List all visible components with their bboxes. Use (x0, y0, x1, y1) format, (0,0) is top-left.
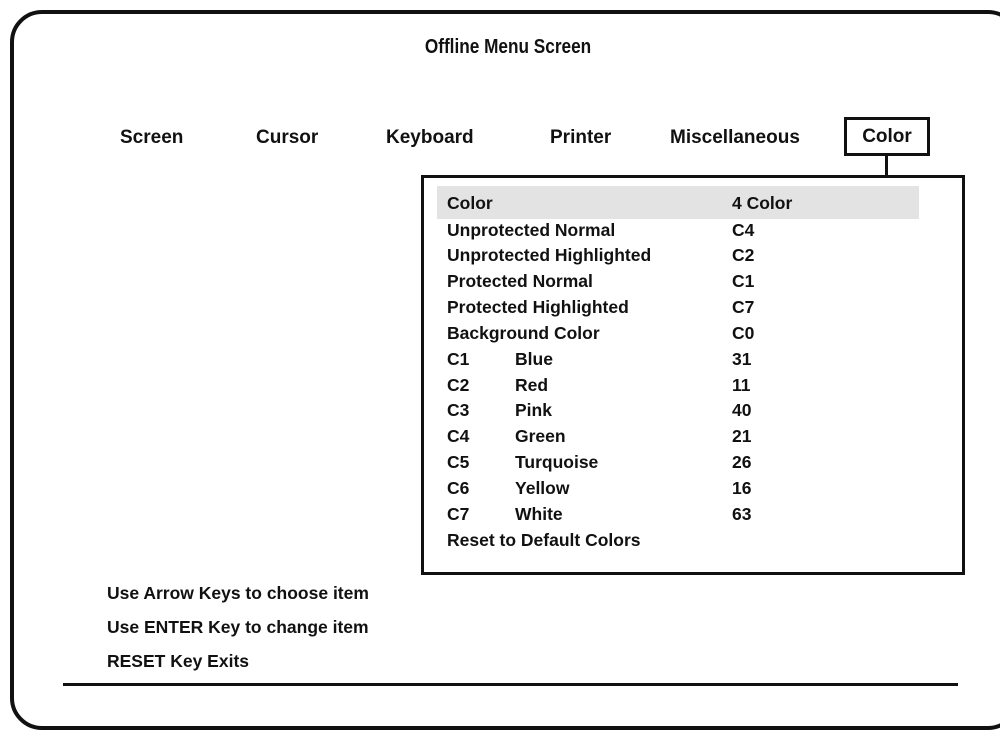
item-label: Unprotected Normal (447, 220, 616, 240)
color-value: 21 (732, 426, 752, 446)
item-value: C1 (732, 271, 755, 291)
color-value: 31 (732, 349, 752, 369)
color-name: Blue (515, 349, 553, 369)
item-value: C2 (732, 245, 755, 265)
tab-connector (885, 156, 888, 176)
color-name: Pink (515, 400, 552, 420)
help-text-arrow-keys: Use Arrow Keys to choose item (107, 583, 369, 603)
item-label: Unprotected Highlighted (447, 245, 652, 265)
color-value: 11 (732, 375, 751, 395)
reset-default-colors-item[interactable]: Reset to Default Colors (447, 529, 641, 551)
selection-highlight (437, 186, 919, 219)
item-label: Protected Highlighted (447, 297, 629, 317)
color-value: 26 (732, 452, 752, 472)
item-label: Background Color (447, 323, 600, 343)
color-value: 63 (732, 504, 752, 524)
page-title: Offline Menu Screen (424, 36, 592, 58)
color-code: C5 (447, 452, 470, 472)
tab-printer[interactable]: Printer (550, 127, 611, 149)
color-name: Yellow (515, 478, 570, 498)
bottom-divider (63, 683, 958, 686)
item-value: 4 Color (732, 193, 793, 213)
color-name: Turquoise (515, 452, 599, 472)
color-name: Red (515, 375, 549, 395)
item-label: Protected Normal (447, 271, 593, 291)
color-code: C6 (447, 478, 470, 498)
item-label: Color (447, 193, 493, 213)
color-value: 40 (732, 400, 752, 420)
color-name: Green (515, 426, 566, 446)
help-text-reset-key: RESET Key Exits (107, 651, 249, 671)
color-code: C2 (447, 375, 470, 395)
tab-screen[interactable]: Screen (120, 127, 183, 149)
color-code: C4 (447, 426, 470, 446)
tab-color[interactable]: Color (844, 117, 930, 156)
tab-cursor[interactable]: Cursor (256, 127, 318, 149)
color-code: C7 (447, 504, 470, 524)
item-value: C7 (732, 297, 755, 317)
item-value: C4 (732, 220, 755, 240)
color-name: White (515, 504, 563, 524)
help-text-enter-key: Use ENTER Key to change item (107, 617, 369, 637)
color-code: C3 (447, 400, 470, 420)
color-code: C1 (447, 349, 470, 369)
color-value: 16 (732, 478, 752, 498)
tab-miscellaneous[interactable]: Miscellaneous (670, 127, 800, 149)
tab-keyboard[interactable]: Keyboard (386, 127, 474, 149)
item-value: C0 (732, 323, 755, 343)
